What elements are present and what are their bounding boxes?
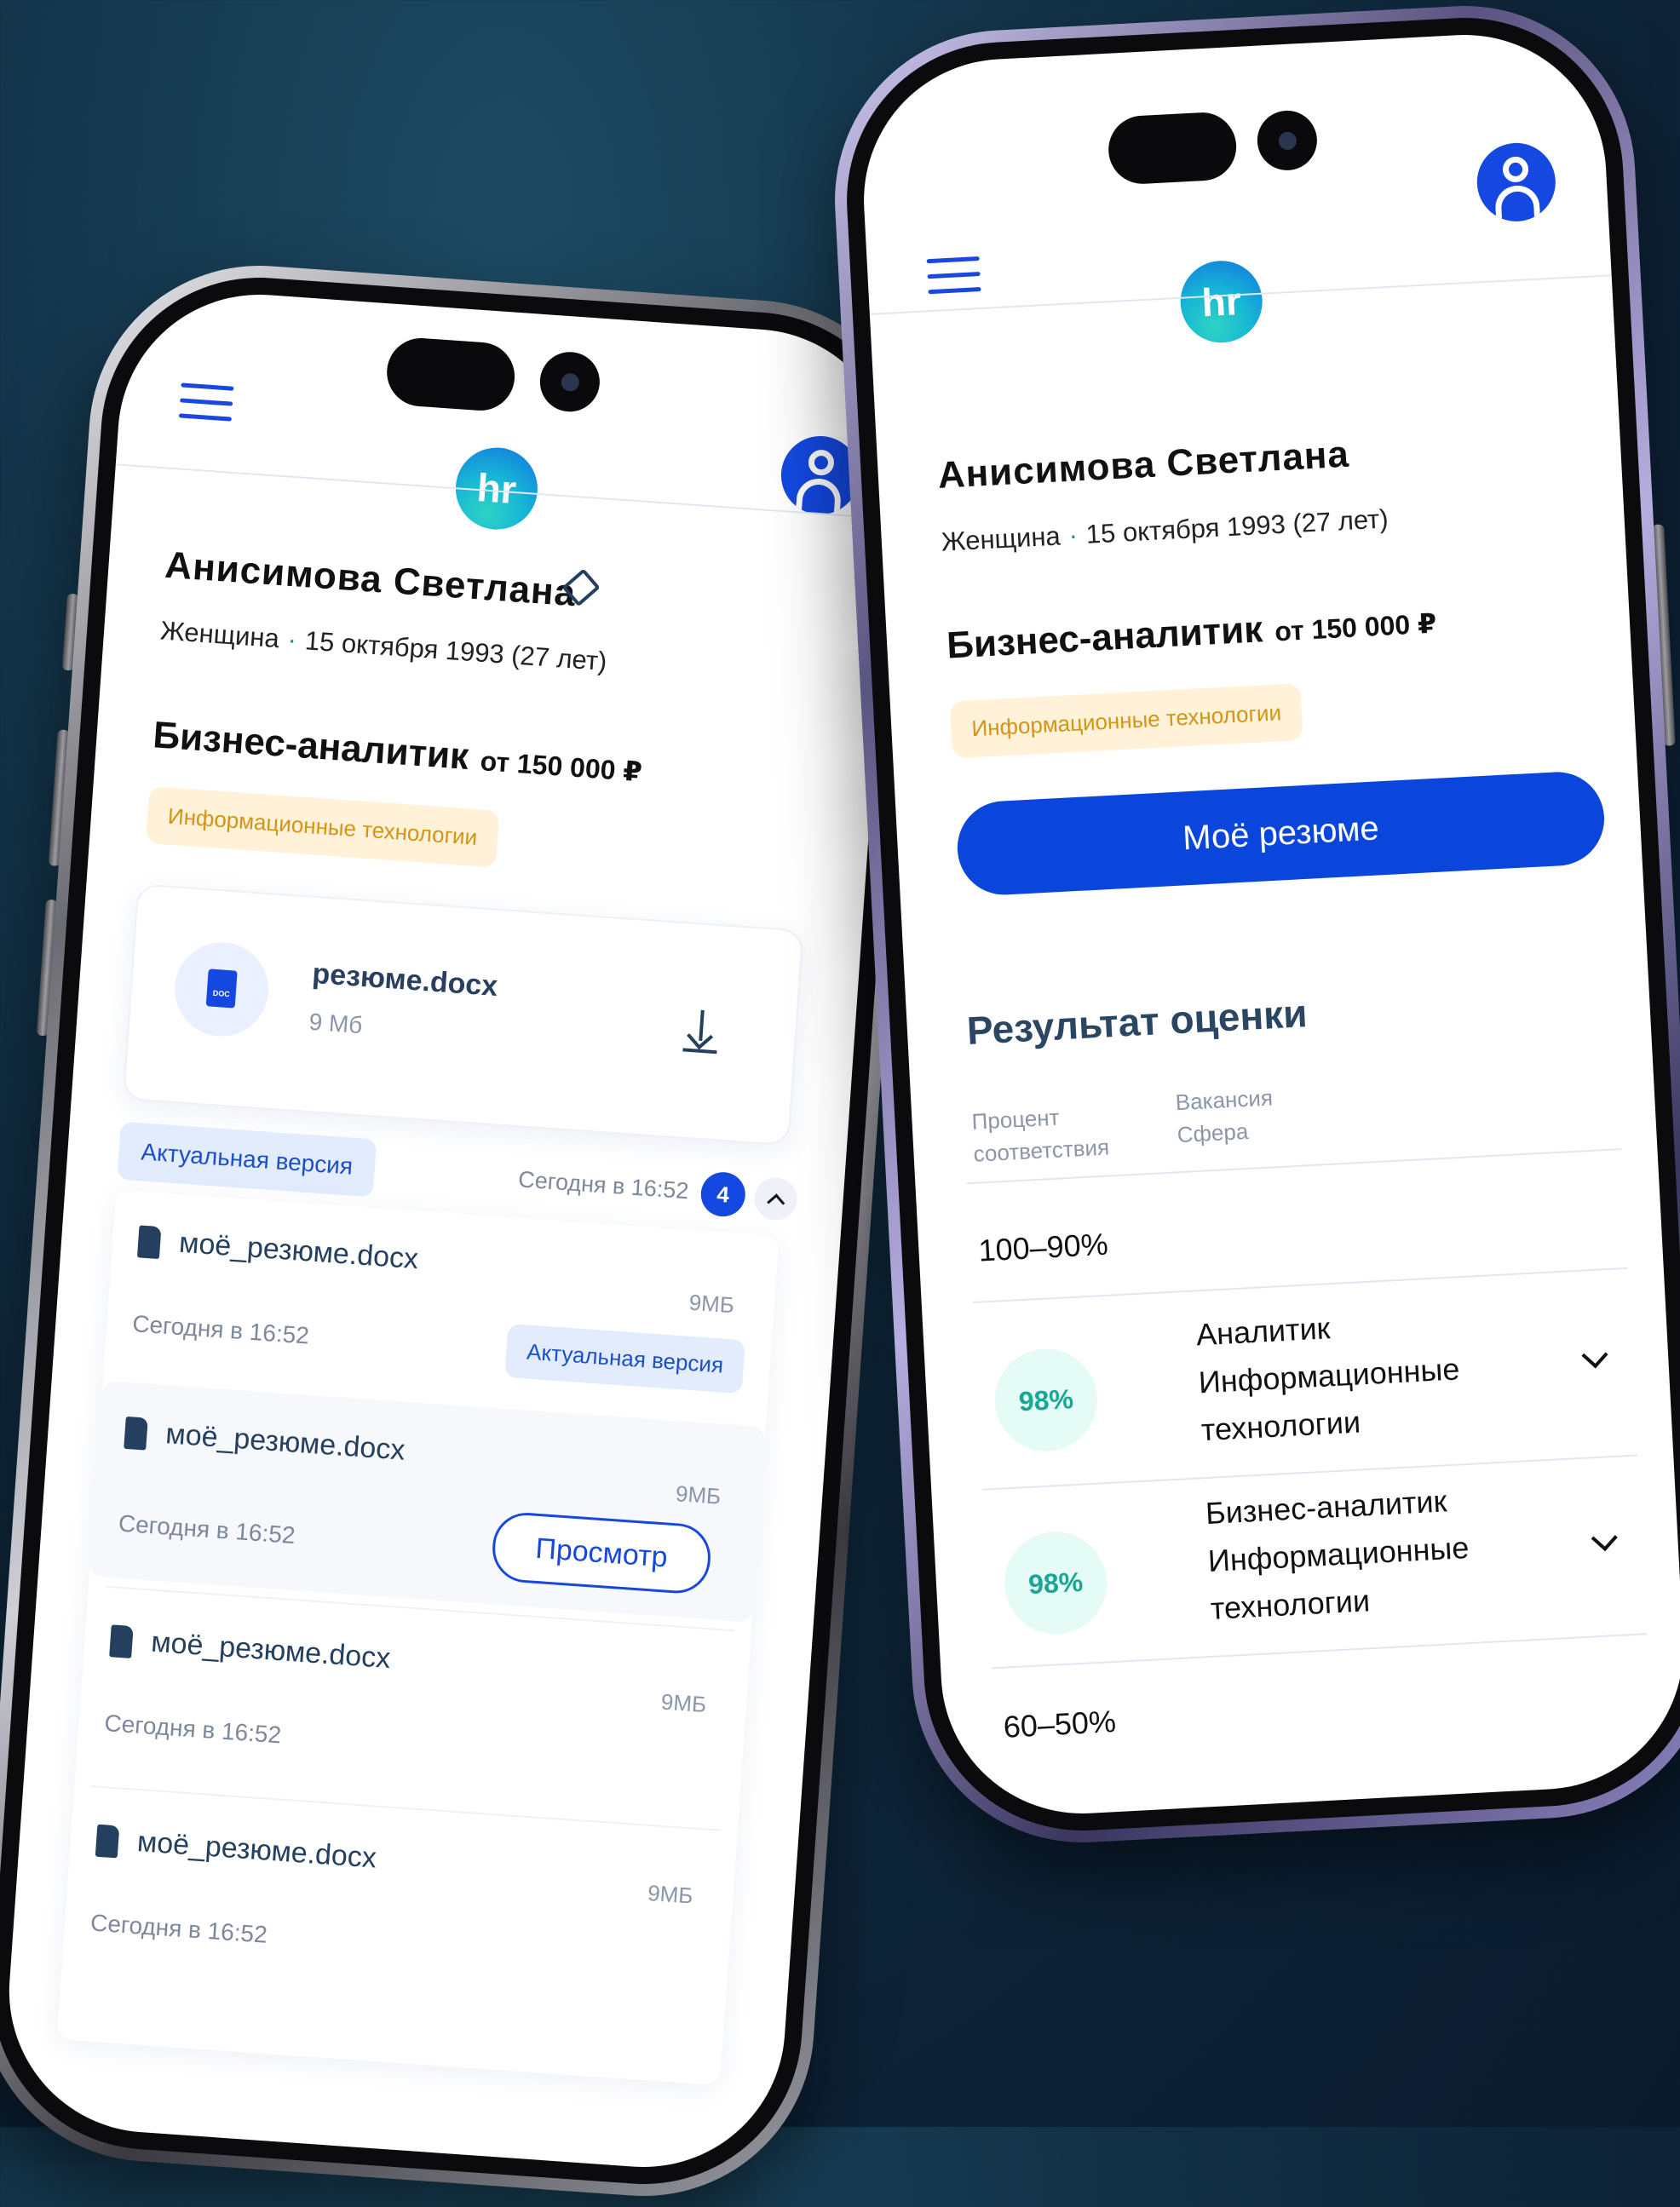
- doc-icon: [95, 1824, 120, 1859]
- profile-birth: 15 октября 1993 (27 лет): [1085, 503, 1389, 549]
- dynamic-island: [384, 336, 517, 413]
- version-file-name: моё_резюме.docx: [150, 1625, 392, 1675]
- profile-name: Анисимова Светлана: [164, 543, 578, 615]
- doc-icon: DOC: [171, 939, 272, 1040]
- results-title: Результат оценки: [965, 991, 1309, 1053]
- sphere-tag: Информационные технологии: [145, 786, 500, 868]
- avatar-icon[interactable]: [1475, 141, 1558, 224]
- col-header-match: Процент соответствия: [971, 1099, 1110, 1170]
- resume-file-size: 9 Мб: [308, 1008, 364, 1039]
- doc-icon: [109, 1624, 134, 1658]
- meta-separator: ·: [1067, 520, 1079, 550]
- camera-icon: [538, 349, 602, 414]
- logo-icon[interactable]: hr: [1178, 258, 1265, 345]
- profile-gender: Женщина: [159, 615, 281, 654]
- right-phone: hr Анисимова Светлана Женщина · 15 октября…: [826, 0, 1680, 1852]
- chevron-up-icon[interactable]: [752, 1175, 799, 1222]
- versions-list: моё_резюме.docx 9МБ Сегодня в 16:52 Акту…: [56, 1189, 780, 2086]
- profile-birth: 15 октября 1993 (27 лет): [303, 625, 608, 677]
- profile-meta: Женщина · 15 октября 1993 (27 лет): [941, 503, 1389, 557]
- profile-name: Анисимова Светлана: [936, 433, 1351, 497]
- version-file-size: 9МБ: [688, 1289, 735, 1319]
- left-phone: hr Анисимова Светлана Женщина · 15 октября…: [0, 254, 935, 2207]
- version-file-size: 9МБ: [660, 1688, 708, 1718]
- resume-file-name: резюме.docx: [311, 957, 499, 1003]
- chevron-down-icon[interactable]: [1581, 1342, 1608, 1369]
- doc-icon: [136, 1225, 162, 1260]
- version-time: Сегодня в 16:52: [103, 1710, 283, 1749]
- download-icon[interactable]: [682, 1009, 719, 1055]
- current-version-pill[interactable]: Актуальная версия: [504, 1323, 746, 1394]
- col-header-vacancy: Вакансия Сфера: [1175, 1081, 1275, 1151]
- view-button[interactable]: Просмотр: [490, 1510, 713, 1596]
- doc-icon: [124, 1416, 148, 1451]
- right-screen: hr Анисимова Светлана Женщина · 15 октября…: [856, 27, 1680, 1821]
- sphere-tag: Информационные технологии: [949, 682, 1303, 759]
- version-file-size: 9МБ: [647, 1879, 694, 1909]
- profile-position: Бизнес-аналитик от 150 000 ₽: [152, 714, 644, 790]
- match-percent: 98%: [1002, 1529, 1110, 1637]
- version-file-name: моё_резюме.docx: [177, 1226, 420, 1276]
- meta-separator: ·: [286, 624, 298, 655]
- table-divider: [972, 1267, 1628, 1304]
- col-header-vacancy-line2: Сфера: [1177, 1118, 1250, 1148]
- menu-icon[interactable]: [926, 256, 982, 302]
- position-salary: от 150 000 ₽: [1274, 607, 1438, 647]
- position-salary: от 150 000 ₽: [479, 745, 643, 788]
- col-header-match-line2: соответствия: [972, 1134, 1110, 1167]
- position-title: Бизнес-аналитик: [946, 608, 1264, 667]
- chevron-down-icon[interactable]: [1591, 1525, 1618, 1552]
- left-screen: hr Анисимова Светлана Женщина · 15 октября…: [0, 284, 904, 2177]
- table-divider: [992, 1633, 1648, 1670]
- profile-position: Бизнес-аналитик от 150 000 ₽: [946, 600, 1437, 668]
- range-label: 60–50%: [1002, 1704, 1117, 1744]
- result-text: Аналитик Информационные технологии: [1195, 1297, 1464, 1454]
- version-time: Сегодня в 16:52: [131, 1310, 310, 1349]
- menu-icon[interactable]: [178, 382, 234, 428]
- dynamic-island: [1107, 111, 1239, 186]
- col-header-vacancy-line1: Вакансия: [1175, 1084, 1274, 1116]
- version-file-size: 9МБ: [675, 1480, 722, 1509]
- position-title: Бизнес-аналитик: [152, 714, 470, 778]
- version-file-name: моё_резюме.docx: [164, 1417, 406, 1467]
- result-text: Бизнес-аналитик Информационные технологи…: [1205, 1476, 1473, 1633]
- camera-icon: [1256, 109, 1319, 172]
- current-version-pill[interactable]: Актуальная версия: [117, 1121, 377, 1198]
- version-timestamp: Сегодня в 16:52: [517, 1166, 690, 1204]
- profile-meta: Женщина · 15 октября 1993 (27 лет): [159, 615, 607, 677]
- version-time: Сегодня в 16:52: [118, 1509, 296, 1549]
- range-label: 100–90%: [977, 1226, 1109, 1268]
- resume-file-card[interactable]: DOC резюме.docx 9 Мб: [122, 883, 804, 1147]
- match-percent: 98%: [992, 1346, 1100, 1454]
- versions-count-badge: 4: [699, 1170, 747, 1218]
- my-resume-button[interactable]: Моё резюме: [955, 769, 1607, 898]
- version-file-name: моё_резюме.docx: [135, 1825, 378, 1875]
- version-time: Сегодня в 16:52: [89, 1909, 268, 1948]
- profile-gender: Женщина: [941, 520, 1062, 557]
